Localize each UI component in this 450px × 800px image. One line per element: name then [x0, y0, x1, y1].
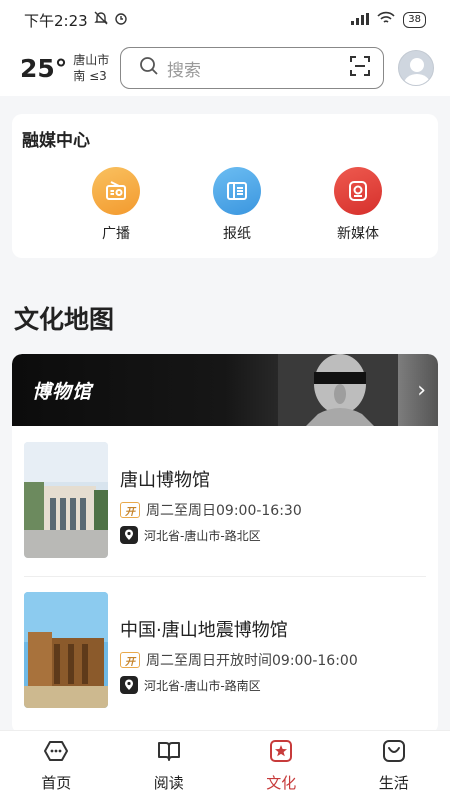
media-item-new-media[interactable]: 新媒体 — [328, 167, 388, 243]
nav-label-life: 生活 — [378, 774, 409, 792]
mute-icon — [93, 11, 108, 29]
bottom-nav: 首页 阅读 文化 生活 — [0, 730, 450, 800]
temperature: 25° — [20, 53, 68, 83]
venue-photo — [24, 592, 108, 708]
venue-hours-text: 周二至周日开放时间09:00-16:00 — [146, 653, 358, 669]
media-label-new-media: 新媒体 — [337, 226, 379, 242]
home-icon — [43, 738, 69, 768]
scan-icon[interactable] — [349, 55, 371, 81]
newspaper-icon — [213, 167, 261, 215]
wind-info: 南 ≤3 — [73, 69, 107, 83]
venue-name: 中国·唐山地震博物馆 — [120, 620, 288, 641]
book-icon — [156, 738, 182, 768]
alarm-icon — [114, 11, 128, 29]
open-hours-icon: 开 — [120, 502, 140, 518]
culture-icon — [268, 738, 294, 768]
venue-hours: 开 周二至周日09:00-16:30 — [120, 500, 302, 520]
venue-hours: 开 周二至周日开放时间09:00-16:00 — [120, 650, 358, 670]
chevron-right-icon: › — [417, 378, 426, 403]
nav-item-read[interactable]: 阅读 — [129, 738, 209, 793]
search-placeholder: 搜索 — [167, 60, 201, 81]
media-item-radio[interactable]: 广播 — [86, 167, 146, 243]
venue-name: 唐山博物馆 — [120, 470, 210, 491]
culture-map-title: 文化地图 — [14, 305, 115, 334]
media-center-card: 融媒中心 广播 报纸 新媒体 — [12, 114, 438, 258]
status-time: 下午2:23 — [24, 11, 88, 30]
radio-icon — [92, 167, 140, 215]
media-center-title: 融媒中心 — [22, 131, 90, 151]
venue-photo — [24, 442, 108, 558]
wifi-icon — [377, 11, 395, 29]
weather-widget[interactable]: 25° 唐山市 南 ≤3 — [20, 52, 120, 84]
venue-address-text: 河北省-唐山市-路南区 — [144, 678, 261, 693]
new-media-icon — [334, 167, 382, 215]
nav-label-culture: 文化 — [266, 774, 297, 792]
museum-card: 博物馆 › 唐山博物馆 开 周二至周日09:00-16:30 河北省-唐山市-路… — [12, 354, 438, 734]
location-pin-icon — [120, 526, 138, 544]
signal-icon — [351, 11, 370, 29]
open-hours-icon: 开 — [120, 652, 140, 668]
museum-banner[interactable]: 博物馆 › — [12, 354, 438, 426]
banner-title: 博物馆 — [32, 380, 93, 403]
nav-item-home[interactable]: 首页 — [16, 738, 96, 793]
media-label-newspaper: 报纸 — [223, 226, 251, 242]
battery-indicator: 38 — [403, 12, 426, 28]
search-icon — [139, 56, 159, 80]
nav-item-culture[interactable]: 文化 — [241, 738, 321, 793]
top-header: 25° 唐山市 南 ≤3 搜索 — [0, 40, 450, 96]
life-icon — [381, 738, 407, 768]
nav-label-home: 首页 — [41, 774, 72, 792]
location-pin-icon — [120, 676, 138, 694]
venue-address: 河北省-唐山市-路北区 — [120, 526, 302, 544]
venue-address: 河北省-唐山市-路南区 — [120, 676, 358, 694]
city-name: 唐山市 — [73, 53, 110, 67]
avatar[interactable] — [398, 50, 434, 86]
venue-hours-text: 周二至周日09:00-16:30 — [146, 503, 302, 519]
media-label-radio: 广播 — [102, 226, 130, 242]
nav-item-life[interactable]: 生活 — [354, 738, 434, 793]
list-item[interactable]: 中国·唐山地震博物馆 开 周二至周日开放时间09:00-16:00 河北省-唐山… — [12, 576, 438, 726]
list-item[interactable]: 唐山博物馆 开 周二至周日09:00-16:30 河北省-唐山市-路北区 — [12, 426, 438, 576]
status-bar: 下午2:23 38 — [0, 0, 450, 40]
venue-address-text: 河北省-唐山市-路北区 — [144, 528, 261, 543]
media-item-newspaper[interactable]: 报纸 — [207, 167, 267, 243]
nav-label-read: 阅读 — [153, 774, 184, 792]
statue-image — [278, 354, 398, 426]
search-input[interactable]: 搜索 — [120, 47, 384, 89]
